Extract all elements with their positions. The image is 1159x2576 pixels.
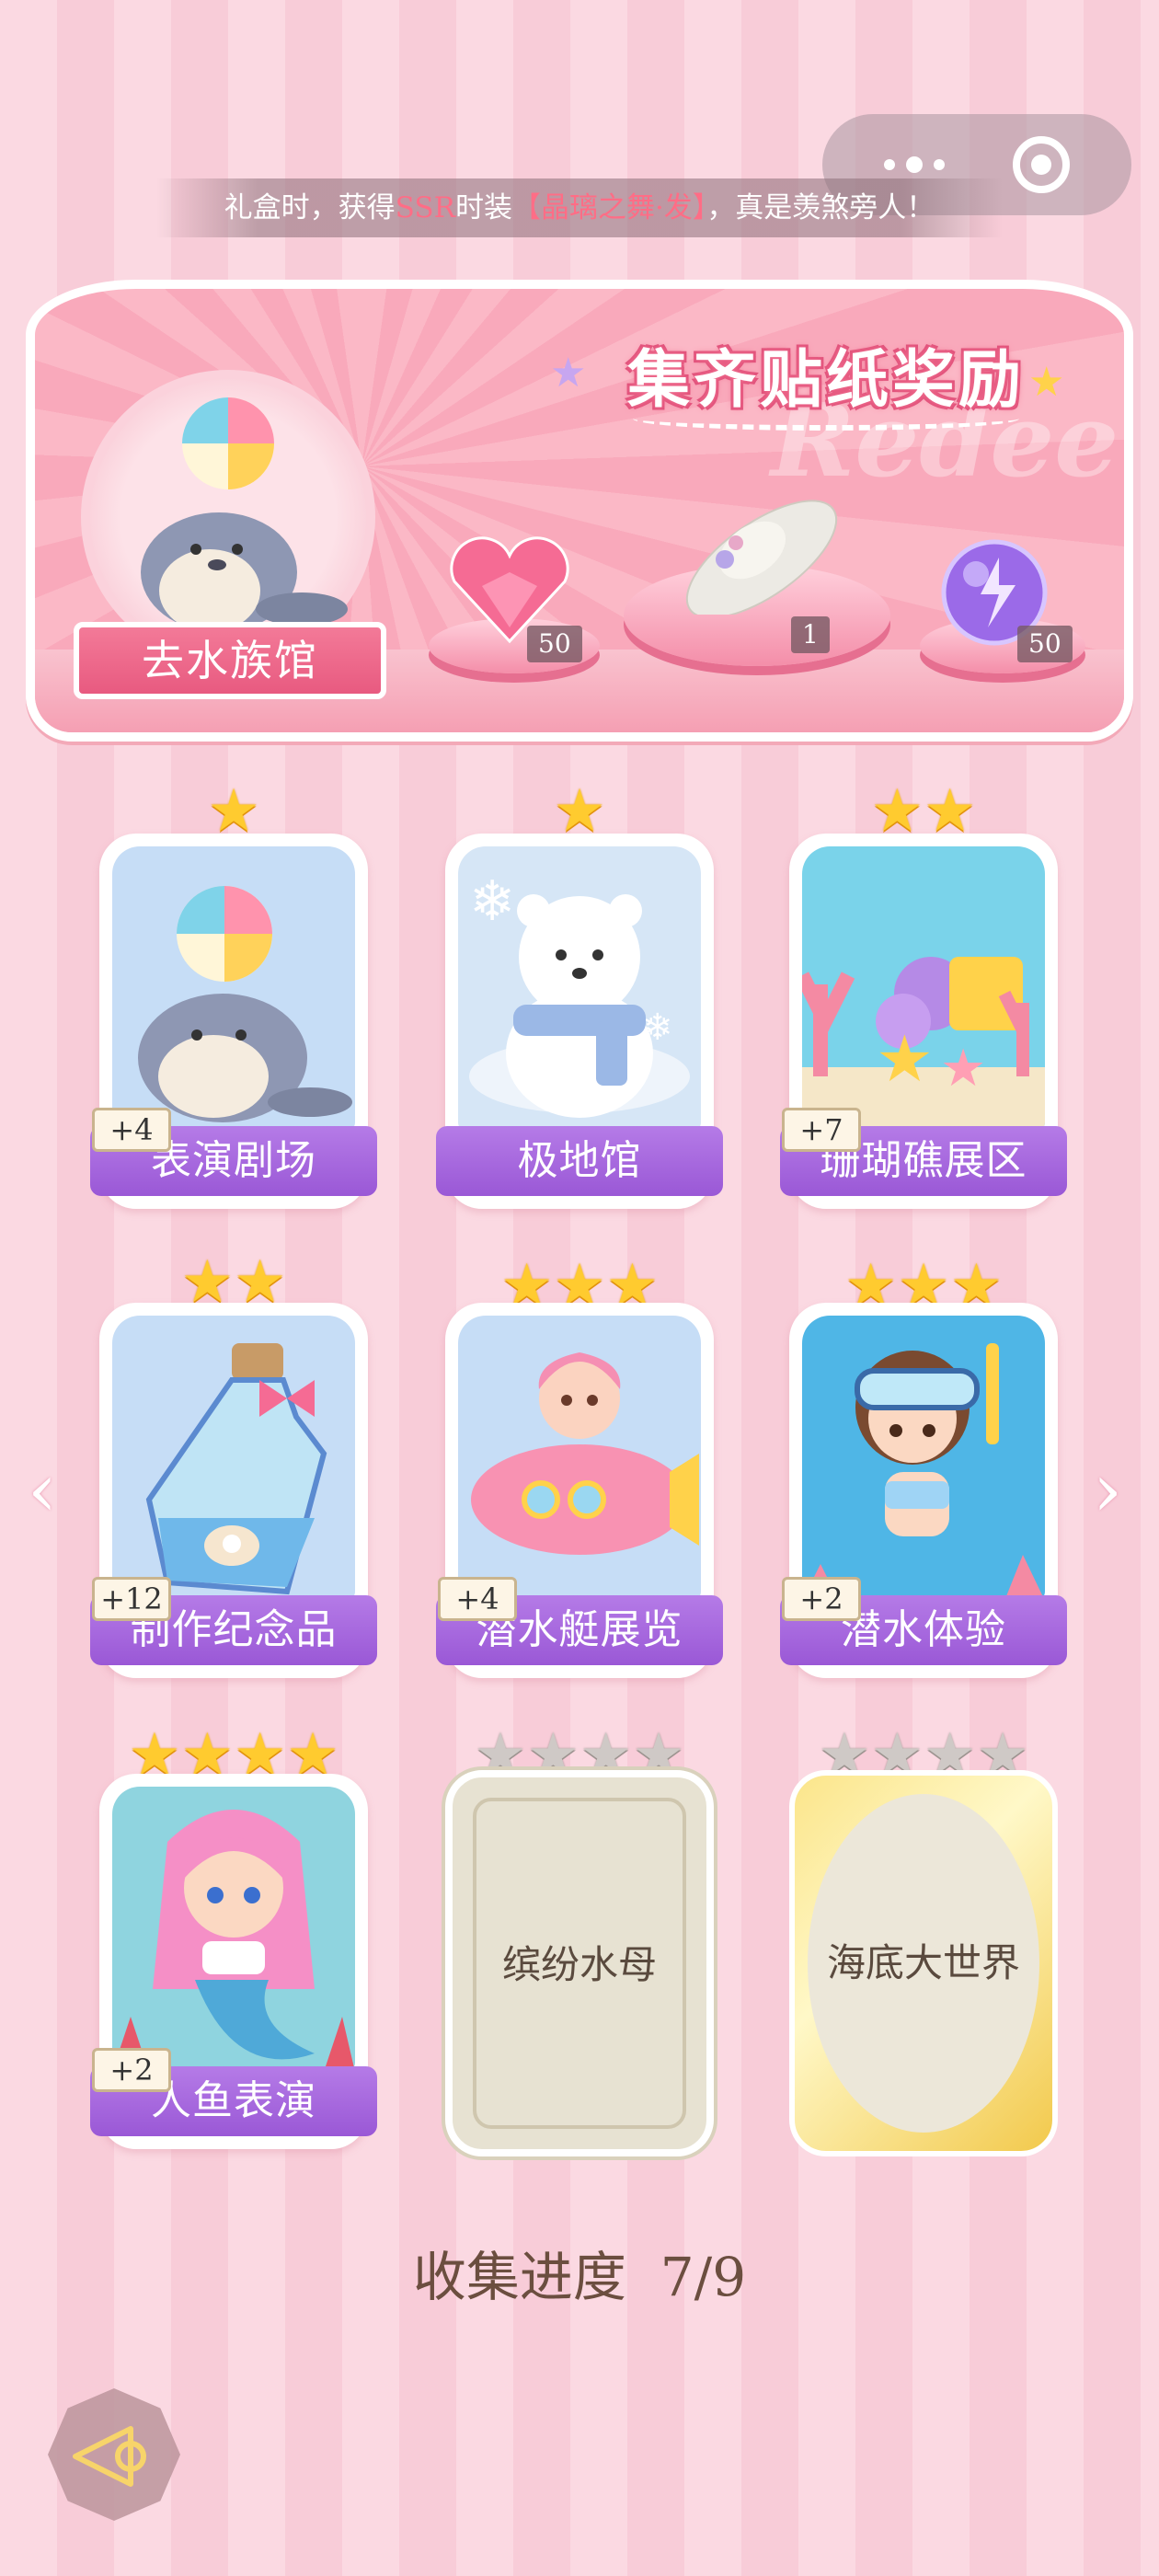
star-rating: ★ — [445, 782, 714, 841]
submarine-icon — [471, 1352, 699, 1555]
reward-qty: 1 — [791, 616, 830, 653]
plus-badge: +12 — [92, 1577, 171, 1621]
seal-icon — [138, 886, 352, 1122]
plus-badge: +4 — [92, 1108, 171, 1152]
reward-qty: 50 — [527, 626, 582, 662]
announcement-marquee: 礼盒时，获得SSR时装【晶璃之舞·发】，真是羡煞旁人！ — [156, 178, 1003, 237]
reward-qty: 50 — [1017, 626, 1073, 662]
close-target-icon[interactable] — [1013, 136, 1070, 193]
collection-progress: 收集进度 7/9 — [0, 2234, 1159, 2311]
card-art — [458, 1316, 701, 1601]
sticker-card[interactable]: ❄ ❄ 极地馆 — [436, 834, 723, 1209]
plus-badge: +2 — [92, 2048, 171, 2092]
card-label: 缤纷水母 — [501, 1942, 657, 1987]
card-art — [112, 846, 355, 1132]
card-art — [112, 1787, 355, 2072]
plus-badge: +7 — [782, 1108, 861, 1152]
polar-bear-icon: ❄ ❄ — [469, 869, 690, 1118]
plus-badge: +4 — [438, 1577, 517, 1621]
seal-portrait — [81, 370, 375, 664]
banner-title: 集齐贴纸奖励 — [605, 329, 1047, 431]
sticker-card[interactable]: +12 制作纪念品 — [90, 1303, 377, 1678]
go-aquarium-button[interactable]: 去水族馆 — [74, 622, 386, 699]
progress-label: 收集进度 — [412, 2246, 626, 2308]
reward-banner: Redeem ★ ★ 集齐贴纸奖励 去水族馆 50 1 — [26, 280, 1133, 742]
prev-arrow-icon[interactable]: ‹ — [28, 1454, 64, 1527]
hat-icon[interactable] — [670, 486, 854, 615]
svg-text:★: ★ — [876, 1021, 934, 1097]
next-arrow-icon[interactable]: › — [1093, 1454, 1130, 1527]
star-rating: ★ — [99, 782, 368, 841]
progress-value: 7/9 — [660, 2246, 747, 2308]
diver-icon — [802, 1343, 1045, 1601]
card-art: ❄ ❄ — [458, 846, 701, 1132]
svg-text:❄: ❄ — [469, 869, 515, 934]
star-icon: ★ — [550, 350, 587, 397]
sticker-card[interactable]: +2 人鱼表演 — [90, 1774, 377, 2149]
plus-badge: +2 — [782, 1577, 861, 1621]
bottle-icon — [145, 1343, 327, 1595]
star-icon: ★ — [207, 777, 260, 845]
sticker-card[interactable]: +4 潜水艇展览 — [436, 1303, 723, 1678]
locked-sticker-card[interactable]: 海底大世界 — [789, 1770, 1058, 2156]
card-art — [112, 1316, 355, 1601]
star-rating: ★ ★ — [789, 782, 1058, 841]
card-art — [802, 1316, 1045, 1601]
sticker-card[interactable]: +2 潜水体验 — [780, 1303, 1067, 1678]
card-art: ★ ★ — [802, 846, 1045, 1132]
star-icon: ★ — [924, 777, 977, 845]
mermaid-icon — [112, 1810, 355, 2072]
star-icon: ★ — [870, 777, 924, 845]
more-icon[interactable] — [884, 156, 945, 173]
sticker-card[interactable]: ★ ★ +7 珊瑚礁展区 — [780, 834, 1067, 1209]
back-arrow-icon — [73, 2426, 146, 2487]
sticker-card[interactable]: +4 表演剧场 — [90, 834, 377, 1209]
svg-text:★: ★ — [940, 1039, 986, 1098]
coral-reef-icon: ★ ★ — [802, 957, 1045, 1132]
locked-sticker-card[interactable]: 缤纷水母 — [445, 1770, 714, 2156]
card-label: 极地馆 — [436, 1126, 723, 1196]
star-icon: ★ — [553, 777, 606, 845]
seal-icon — [141, 397, 348, 632]
card-label: 海底大世界 — [826, 1940, 1020, 1985]
